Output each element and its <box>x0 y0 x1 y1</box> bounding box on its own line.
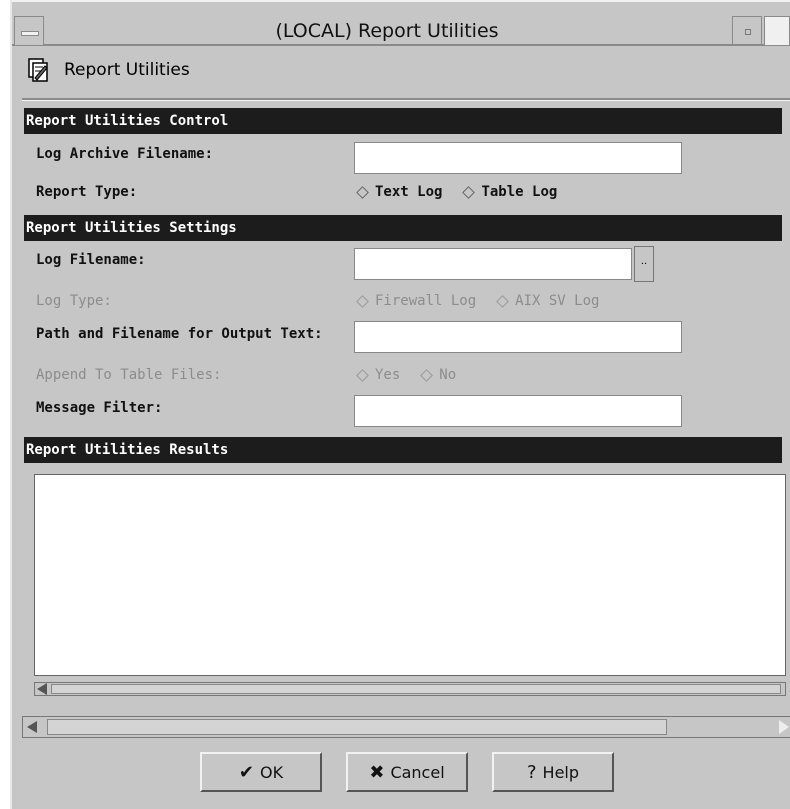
radio-label: AIX SV Log <box>515 293 600 309</box>
minimize-button[interactable] <box>732 16 762 46</box>
message-filter-label: Message Filter: <box>36 400 163 416</box>
radio-firewall-log[interactable]: Firewall Log <box>356 293 477 309</box>
output-path-input[interactable] <box>354 321 682 353</box>
log-filename-input[interactable] <box>354 248 632 280</box>
system-menu-icon <box>21 31 39 36</box>
cancel-button[interactable]: ✖ Cancel <box>346 752 468 792</box>
help-button-label: Help <box>542 762 580 782</box>
ok-button[interactable]: ✔ OK <box>200 752 322 792</box>
minimize-icon <box>745 29 751 35</box>
radio-text-log[interactable]: Text Log <box>356 184 443 200</box>
maximize-button[interactable] <box>764 16 790 46</box>
report-type-label: Report Type: <box>36 184 138 200</box>
radio-diamond-icon <box>420 368 434 382</box>
scroll-right-icon[interactable] <box>779 720 789 734</box>
log-filename-label: Log Filename: <box>36 252 146 268</box>
header-title: Report Utilities <box>64 60 190 80</box>
title-bar[interactable]: (LOCAL) Report Utilities <box>12 0 790 46</box>
radio-aix-sv-log[interactable]: AIX SV Log <box>496 293 600 309</box>
radio-diamond-icon <box>356 294 369 308</box>
system-menu-button[interactable] <box>14 16 44 46</box>
window-horizontal-scrollbar[interactable] <box>22 716 790 738</box>
control-section-header: Report Utilities Control <box>24 108 782 134</box>
append-radio-group: Yes No <box>356 367 478 383</box>
window-title: (LOCAL) Report Utilities <box>275 20 499 42</box>
output-path-label: Path and Filename for Output Text: <box>36 326 323 342</box>
results-textarea[interactable] <box>34 474 786 676</box>
scroll-left-icon[interactable] <box>27 721 37 733</box>
scrollbar-thumb[interactable] <box>51 684 781 694</box>
report-utilities-window: (LOCAL) Report Utilities Report Utilitie… <box>10 0 790 809</box>
results-horizontal-scrollbar[interactable] <box>34 682 786 696</box>
append-label: Append To Table Files: <box>36 367 222 383</box>
radio-yes[interactable]: Yes <box>356 367 401 383</box>
cancel-button-label: Cancel <box>390 762 445 782</box>
scrollbar-thumb[interactable] <box>47 719 667 735</box>
help-button[interactable]: ? Help <box>492 752 614 792</box>
log-type-radio-group: Firewall Log AIX SV Log <box>356 293 621 309</box>
radio-label: Text Log <box>375 184 443 200</box>
radio-table-log[interactable]: Table Log <box>462 184 558 200</box>
radio-diamond-icon <box>462 185 476 199</box>
browse-button[interactable]: .. <box>634 246 654 282</box>
header-divider <box>22 98 790 101</box>
radio-label: Table Log <box>481 184 558 200</box>
report-icon <box>28 58 50 82</box>
results-section-header: Report Utilities Results <box>24 437 782 463</box>
checkmark-icon: ✔ <box>238 761 254 783</box>
scroll-left-icon[interactable] <box>37 683 47 695</box>
radio-no[interactable]: No <box>420 367 457 383</box>
log-type-label: Log Type: <box>36 293 112 309</box>
radio-diamond-icon <box>356 368 369 382</box>
settings-section-header: Report Utilities Settings <box>24 215 782 241</box>
radio-diamond-icon <box>496 294 510 308</box>
header: Report Utilities <box>22 50 762 90</box>
radio-label: No <box>439 367 457 383</box>
log-archive-input[interactable] <box>354 142 682 174</box>
report-type-radio-group: Text Log Table Log <box>356 184 579 200</box>
radio-label: Yes <box>375 367 401 383</box>
radio-diamond-icon <box>356 185 369 199</box>
log-archive-label: Log Archive Filename: <box>36 146 214 162</box>
radio-label: Firewall Log <box>375 293 477 309</box>
x-icon: ✖ <box>369 761 385 783</box>
question-icon: ? <box>526 761 537 783</box>
message-filter-input[interactable] <box>354 395 682 427</box>
ok-button-label: OK <box>260 762 284 782</box>
